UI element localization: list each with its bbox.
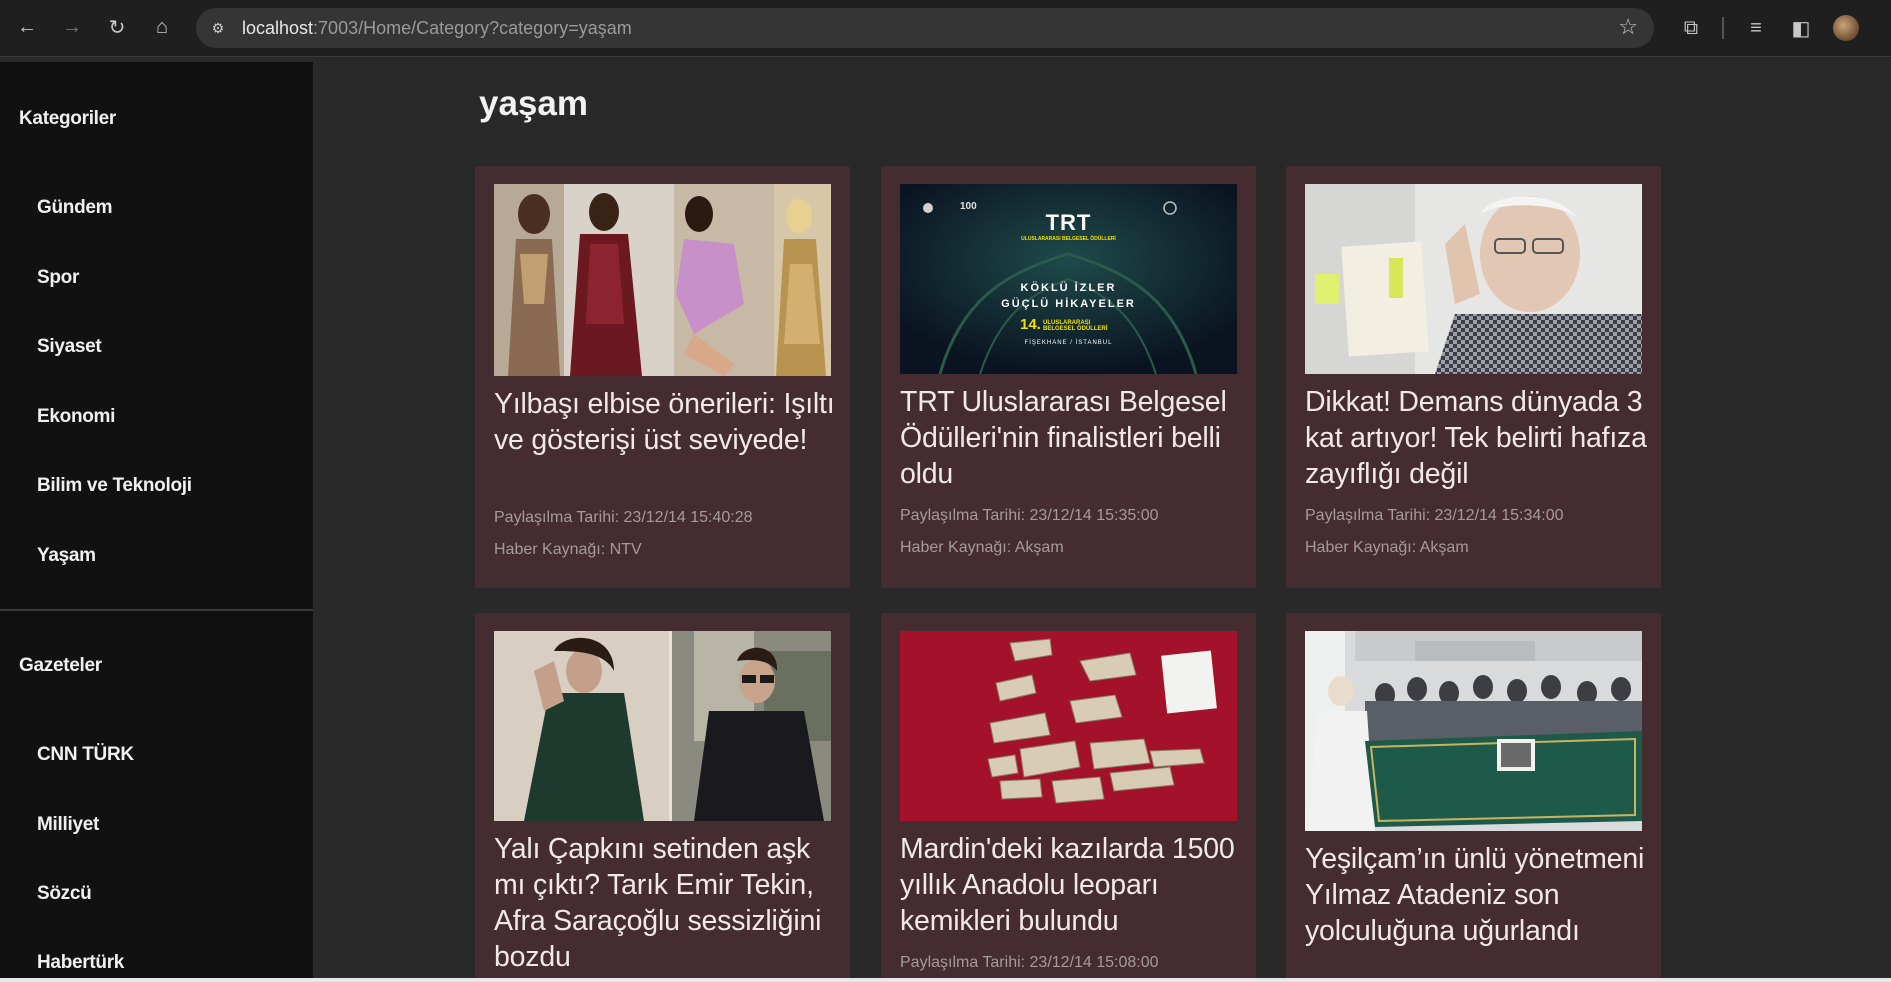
news-card[interactable]: Dikkat! Demans dünyada 3 kat artıyor! Te… [1286, 166, 1661, 588]
news-headline[interactable]: Yalı Çapkını setinden aşk mı çıktı? Tarı… [494, 831, 839, 975]
news-source: Haber Kaynağı: NTV [494, 541, 642, 558]
sidebar-item-haberturk[interactable]: Habertürk [37, 952, 124, 974]
news-card[interactable]: Yeşilçam’ın ünlü yönetmeni Yılmaz Ataden… [1286, 613, 1661, 982]
media-controls-icon[interactable]: ≡ [1741, 13, 1771, 43]
news-headline[interactable]: Mardin'deki kazılarda 1500 yıllık Anadol… [900, 831, 1245, 939]
news-thumbnail[interactable] [900, 631, 1237, 821]
news-source: Haber Kaynağı: Akşam [900, 539, 1064, 556]
news-card[interactable]: 100 TRT ULUSLARARASI BELGESEL ÖDÜLLERİ K… [881, 166, 1256, 588]
url-path: :7003/Home/Category?category=yaşam [313, 18, 632, 38]
poster-edition: 14. [1020, 316, 1041, 333]
poster-line-1: KÖKLÜ İZLER [1020, 282, 1117, 294]
news-headline[interactable]: Dikkat! Demans dünyada 3 kat artıyor! Te… [1305, 384, 1650, 492]
sidebar-item-milliyet[interactable]: Milliyet [37, 814, 99, 836]
side-panel-icon[interactable]: ◧ [1786, 13, 1816, 43]
trt-logo-text: TRT [1045, 210, 1092, 235]
news-thumbnail[interactable] [494, 631, 831, 821]
sidebar-divider [0, 609, 313, 611]
news-thumbnail[interactable] [1305, 184, 1642, 374]
bookmark-star-icon[interactable]: ☆ [1618, 14, 1638, 40]
news-thumbnail[interactable]: 100 TRT ULUSLARARASI BELGESEL ÖDÜLLERİ K… [900, 184, 1237, 374]
page-title: yaşam [479, 84, 588, 123]
sidebar-item-gundem[interactable]: Gündem [37, 197, 113, 219]
news-source: Haber Kaynağı: Akşam [1305, 539, 1469, 556]
news-date: Paylaşılma Tarihi: 23/12/14 15:08:00 [900, 954, 1159, 971]
forward-arrow-icon[interactable]: → [57, 12, 87, 42]
newspapers-heading: Gazeteler [19, 655, 102, 676]
news-headline[interactable]: TRT Uluslararası Belgesel Ödülleri'nin f… [900, 384, 1245, 492]
window-bottom-edge [0, 978, 1891, 982]
news-card[interactable]: Mardin'deki kazılarda 1500 yıllık Anadol… [881, 613, 1256, 982]
categories-heading: Kategoriler [19, 108, 117, 129]
sidebar-item-sozcu[interactable]: Sözcü [37, 883, 92, 905]
browser-toolbar: ← → ↻ ⌂ ⚙ localhost:7003/Home/Category?c… [0, 0, 1891, 57]
poster-line-2: GÜÇLÜ HİKAYELER [1001, 298, 1136, 310]
trt-logo-subtext: ULUSLARARASI BELGESEL ÖDÜLLERİ [1021, 236, 1116, 242]
news-card[interactable]: Yılbaşı elbise önerileri: Işıltı ve göst… [475, 166, 850, 588]
toolbar-divider [1722, 17, 1724, 39]
sidebar-item-cnn-turk[interactable]: CNN TÜRK [37, 744, 134, 766]
site-info-icon[interactable]: ⚙ [206, 16, 230, 40]
reload-icon[interactable]: ↻ [102, 12, 132, 42]
news-date: Paylaşılma Tarihi: 23/12/14 15:34:00 [1305, 507, 1564, 524]
home-icon[interactable]: ⌂ [147, 12, 177, 42]
news-thumbnail[interactable] [494, 184, 831, 376]
profile-avatar[interactable] [1833, 15, 1859, 41]
extensions-icon[interactable]: ⧉ [1676, 13, 1706, 43]
news-headline[interactable]: Yeşilçam’ın ünlü yönetmeni Yılmaz Ataden… [1305, 841, 1650, 949]
sidebar: Kategoriler Gündem Spor Siyaset Ekonomi … [0, 62, 313, 982]
sidebar-item-siyaset[interactable]: Siyaset [37, 336, 102, 358]
back-arrow-icon[interactable]: ← [12, 12, 42, 42]
url-host: localhost [242, 18, 314, 38]
poster-venue: FİŞEKHANE / İSTANBUL [1024, 340, 1113, 346]
news-date: Paylaşılma Tarihi: 23/12/14 15:40:28 [494, 509, 753, 526]
sidebar-item-yasam[interactable]: Yaşam [37, 545, 96, 567]
poster-edition-sub: ULUSLARARASI BELGESEL ÖDÜLLERİ [1043, 320, 1108, 332]
sidebar-item-spor[interactable]: Spor [37, 267, 79, 289]
news-card[interactable]: Yalı Çapkını setinden aşk mı çıktı? Tarı… [475, 613, 850, 982]
sidebar-item-bilim-teknoloji[interactable]: Bilim ve Teknoloji [37, 475, 192, 497]
news-thumbnail[interactable] [1305, 631, 1642, 831]
news-date: Paylaşılma Tarihi: 23/12/14 15:35:00 [900, 507, 1159, 524]
address-bar[interactable]: ⚙ localhost:7003/Home/Category?category=… [196, 8, 1654, 48]
sidebar-item-ekonomi[interactable]: Ekonomi [37, 406, 115, 428]
url-text[interactable]: localhost:7003/Home/Category?category=ya… [242, 18, 632, 39]
news-headline[interactable]: Yılbaşı elbise önerileri: Işıltı ve göst… [494, 386, 839, 458]
